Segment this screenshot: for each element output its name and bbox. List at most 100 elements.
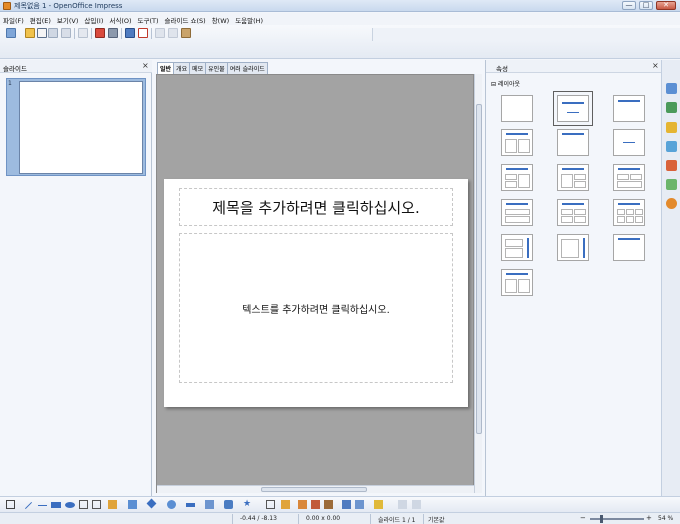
custom-animation-icon[interactable] [666,122,677,133]
auto-spellcheck-icon[interactable] [138,28,148,38]
edit-file-icon[interactable] [78,28,88,38]
layout-title-vertical-text[interactable] [613,234,645,261]
fontwork-icon[interactable] [298,500,307,509]
status-bar: -0.44 / -8.13 0.00 x 0.00 슬라이드 1 / 1 기본값… [0,512,680,524]
export-pdf-icon[interactable] [95,28,105,38]
send-mail-icon[interactable] [61,28,71,38]
layout-title-6-content[interactable] [613,199,645,226]
save-icon[interactable] [48,28,58,38]
styles-icon[interactable] [666,160,677,171]
layout-vertical-title-text-chart[interactable] [501,234,533,261]
text-icon[interactable] [79,500,88,509]
vertical-scrollbar-thumb[interactable] [476,104,482,434]
zoom-slider[interactable] [590,518,644,520]
slide-thumbnail[interactable] [19,81,143,174]
new-document-icon[interactable] [6,28,16,38]
basic-shapes-icon[interactable] [146,498,157,509]
layout-title-vertical-2-content[interactable] [501,269,533,296]
curve-icon[interactable] [108,500,117,509]
vertical-scrollbar[interactable] [474,74,482,493]
spellcheck-icon[interactable] [125,28,135,38]
block-arrows-icon[interactable] [186,503,195,507]
callouts-icon[interactable] [224,500,233,509]
layout-title-2-content[interactable] [501,129,533,156]
layout-title-2-content-over[interactable] [613,164,645,191]
glue-points-icon[interactable] [281,500,290,509]
vertical-text-icon[interactable] [92,500,101,509]
menu-view[interactable]: 보기(V) [57,15,78,25]
connector-icon[interactable] [128,500,137,509]
gallery-insert-icon[interactable] [324,500,333,509]
line-icon[interactable] [24,501,33,510]
tab-slide-sorter[interactable]: 여러 슬라이드 [226,62,268,74]
menu-slideshow[interactable]: 슬라이드 쇼(S) [165,15,206,25]
stars-icon[interactable]: ★ [243,500,252,509]
menu-format[interactable]: 서식(O) [109,15,131,25]
select-arrow-icon[interactable] [6,500,15,509]
cut-icon[interactable] [155,28,165,38]
collapse-section-icon[interactable]: ⊟ [491,81,496,88]
symbol-shapes-icon[interactable] [167,500,176,509]
minimize-button[interactable]: — [622,1,636,10]
layout-centered-text[interactable] [613,129,645,156]
tab-handout[interactable]: 유인물 [205,62,228,74]
slide[interactable]: 제목을 추가하려면 클릭하십시오. 텍스트를 추가하려면 클릭하십시오. [164,179,468,407]
hand-icon[interactable] [412,500,421,509]
master-pages-icon[interactable] [666,102,677,113]
paste-icon[interactable] [181,28,191,38]
master-page-name: 기본값 [428,517,445,524]
menu-tools[interactable]: 도구(T) [138,15,159,25]
slide-canvas[interactable]: 제목을 추가하려면 클릭하십시오. 텍스트를 추가하려면 클릭하십시오. [156,74,475,493]
from-file-icon[interactable] [311,500,320,509]
title-placeholder[interactable]: 제목을 추가하려면 클릭하십시오. [179,188,453,226]
layout-title-content-over-content[interactable] [501,199,533,226]
tab-notes[interactable]: 메모 [189,62,207,74]
slide-number: 1 [8,80,12,87]
line-arrow-icon[interactable] [38,505,47,506]
close-properties-pane-icon[interactable]: × [652,62,659,70]
rotate-icon[interactable] [342,500,351,509]
menu-help[interactable]: 도움말(H) [235,15,263,25]
ellipse-icon[interactable] [65,502,75,508]
maximize-button[interactable]: □ [639,1,653,10]
open-folder-icon[interactable] [25,28,35,38]
zoom-slider-handle[interactable] [600,515,603,523]
zoom-level[interactable]: 54 % [658,515,673,522]
layout-title-slide[interactable] [553,91,593,126]
layout-title-content[interactable] [613,95,645,122]
menu-edit[interactable]: 편집(E) [30,15,51,25]
properties-deck-icon[interactable] [666,83,677,94]
zoom-in-button[interactable]: + [646,514,652,522]
navigator-icon[interactable] [666,198,677,209]
body-placeholder[interactable]: 텍스트를 추가하려면 클릭하십시오. [179,233,453,383]
horizontal-scrollbar-thumb[interactable] [261,487,367,492]
slide-transition-icon[interactable] [666,141,677,152]
tab-normal[interactable]: 일반 [157,62,175,74]
tab-outline[interactable]: 개요 [173,62,191,74]
open-menu-icon[interactable] [37,28,47,38]
arrange-icon[interactable] [374,500,383,509]
layout-vertical-title-text[interactable] [557,234,589,261]
flowchart-icon[interactable] [205,500,214,509]
properties-pane: 속성 × ⊟ 레이아웃 [485,60,662,496]
close-window-button[interactable]: ✕ [656,1,676,10]
layout-title-2-content-stacked[interactable] [501,164,533,191]
align-icon[interactable] [355,500,364,509]
extrusion-icon[interactable] [398,500,407,509]
layout-title-4-content[interactable] [557,199,589,226]
gallery-icon[interactable] [666,179,677,190]
layout-section-header[interactable]: ⊟ 레이아웃 [491,79,520,88]
copy-icon[interactable] [168,28,178,38]
close-slides-pane-icon[interactable]: × [142,62,149,70]
menu-window[interactable]: 창(W) [212,15,229,25]
menu-insert[interactable]: 삽입(I) [84,15,103,25]
zoom-out-button[interactable]: − [580,514,586,522]
rectangle-icon[interactable] [51,502,61,508]
layout-title-content-2-content[interactable] [557,164,589,191]
menu-file[interactable]: 파일(F) [3,15,24,25]
layout-blank[interactable] [501,95,533,122]
horizontal-scrollbar[interactable] [157,485,475,493]
points-icon[interactable] [266,500,275,509]
layout-title-only[interactable] [557,129,589,156]
print-icon[interactable] [108,28,118,38]
